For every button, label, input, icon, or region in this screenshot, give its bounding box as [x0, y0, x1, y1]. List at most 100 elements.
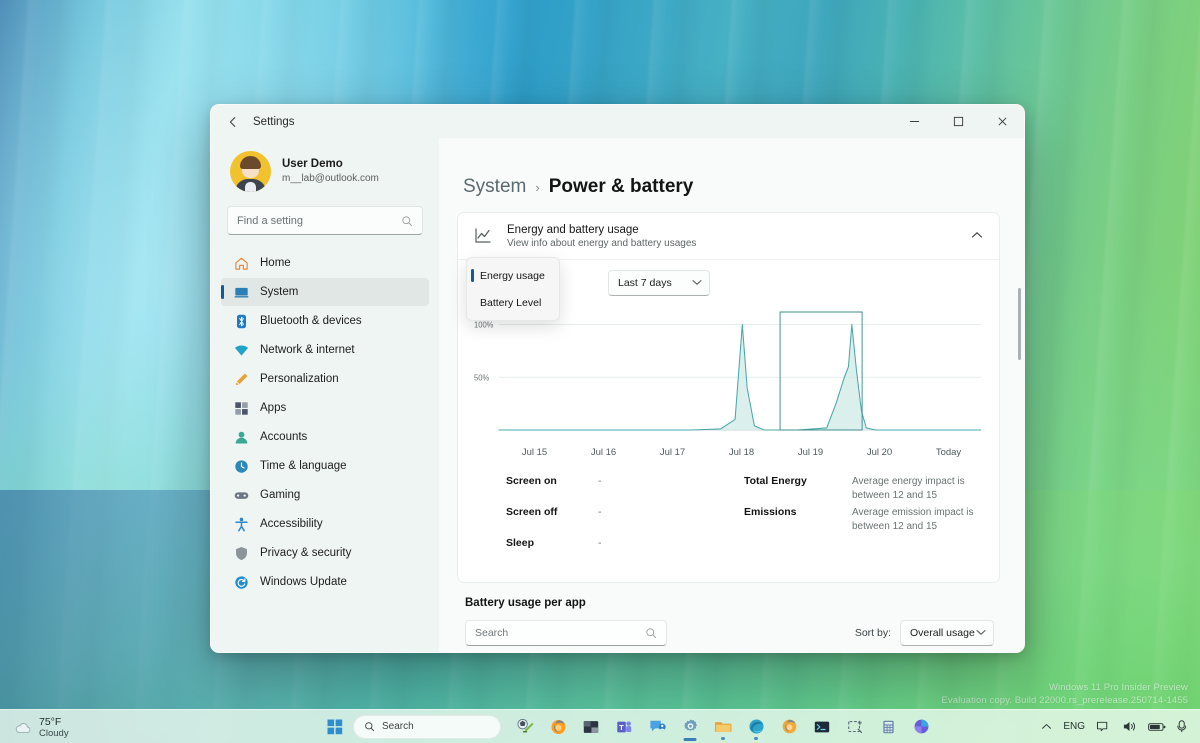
weather-description: Cloudy [39, 728, 69, 740]
file-explorer-icon[interactable] [708, 713, 738, 741]
weather-temperature: 75°F [39, 716, 69, 728]
app-search-box[interactable] [465, 620, 667, 646]
page-title: Power & battery [549, 176, 694, 198]
windows-start-icon[interactable] [320, 713, 350, 741]
widgets-sports-icon[interactable] [510, 713, 540, 741]
sidebar-item-time-language[interactable]: Time & language [221, 452, 429, 480]
taskbar-search-placeholder: Search [382, 721, 414, 732]
battery-icon[interactable] [1148, 721, 1166, 733]
stat-key: Screen off [506, 506, 598, 518]
time-range-select[interactable]: Last 7 days [608, 270, 710, 296]
firefox-alt-icon[interactable] [774, 713, 804, 741]
search-icon [645, 627, 657, 639]
sidebar-item-label: Privacy & security [260, 547, 351, 559]
sidebar-item-gaming[interactable]: Gaming [221, 481, 429, 509]
taskbar: 75°F Cloudy Search T [0, 709, 1200, 743]
taskbar-apps: T [510, 713, 936, 741]
sidebar-item-accessibility[interactable]: Accessibility [221, 510, 429, 538]
sidebar-item-bluetooth-devices[interactable]: Bluetooth & devices [221, 307, 429, 335]
sort-by-select[interactable]: Overall usage [900, 620, 994, 646]
sidebar-item-label: Gaming [260, 489, 300, 501]
minimize-icon[interactable] [892, 105, 936, 138]
stat-value: Average emission impact is between 12 an… [852, 506, 978, 534]
input-icon[interactable] [1177, 720, 1190, 733]
teams-icon[interactable]: T [609, 713, 639, 741]
back-arrow-icon[interactable] [219, 108, 247, 136]
chat-icon[interactable] [642, 713, 672, 741]
edge-icon[interactable] [741, 713, 771, 741]
account-name: User Demo [282, 157, 379, 172]
breadcrumb-parent[interactable]: System [463, 176, 526, 198]
window-controls [892, 105, 1024, 138]
account-block[interactable]: User Demo m__lab@outlook.com [221, 138, 429, 204]
sidebar-item-home[interactable]: Home [221, 249, 429, 277]
breadcrumb-separator: › [535, 180, 539, 195]
sidebar-item-accounts[interactable]: Accounts [221, 423, 429, 451]
stat-value: - [598, 506, 602, 518]
x-axis-tick: Jul 18 [707, 447, 776, 458]
app-search-input[interactable] [475, 627, 645, 639]
calculator-icon[interactable] [873, 713, 903, 741]
gaming-icon [233, 487, 249, 503]
settings-icon[interactable] [675, 713, 705, 741]
flyout-item-battery-level[interactable]: Battery Level [467, 289, 559, 316]
stat-row: EmissionsAverage emission impact is betw… [744, 506, 978, 537]
chevron-up-icon[interactable] [1041, 723, 1052, 730]
sidebar-item-label: System [260, 286, 298, 298]
sidebar-item-label: Time & language [260, 460, 347, 472]
close-icon[interactable] [980, 105, 1024, 138]
card-title: Energy and battery usage [507, 223, 696, 237]
windows-update-icon [233, 574, 249, 590]
snipping-tool-icon[interactable] [840, 713, 870, 741]
taskbar-search[interactable]: Search [353, 715, 501, 739]
sidebar-item-windows-update[interactable]: Windows Update [221, 568, 429, 596]
stat-row: Sleep- [506, 537, 744, 568]
network-tray-icon[interactable] [1096, 720, 1111, 733]
line-chart-icon [473, 226, 493, 246]
chevron-down-icon [692, 279, 702, 288]
sidebar-item-privacy-security[interactable]: Privacy & security [221, 539, 429, 567]
main-scrollbar[interactable] [1018, 288, 1021, 360]
desktop: Windows 11 Pro Insider Preview Evaluatio… [0, 0, 1200, 743]
apps-filter-row: Sort by: Overall usage [463, 620, 994, 646]
sidebar-item-network-internet[interactable]: Network & internet [221, 336, 429, 364]
watermark-line-2: Evaluation copy. Build 22000.rs_prerelea… [941, 694, 1188, 707]
search-input[interactable] [237, 215, 401, 227]
sidebar-item-personalization[interactable]: Personalization [221, 365, 429, 393]
sidebar-item-apps[interactable]: Apps [221, 394, 429, 422]
stat-key: Emissions [744, 506, 852, 518]
cloud-icon [14, 721, 32, 735]
weather-widget[interactable]: 75°F Cloudy [14, 716, 69, 740]
firefox-icon[interactable] [543, 713, 573, 741]
search-setting-box[interactable] [227, 206, 423, 235]
volume-icon[interactable] [1122, 720, 1137, 733]
sort-by-value: Overall usage [910, 627, 975, 639]
settings-window: Settings [210, 104, 1025, 653]
terminal-icon[interactable] [807, 713, 837, 741]
energy-and-battery-usage-card: Energy and battery usage View info about… [457, 212, 1000, 583]
sidebar-item-label: Apps [260, 402, 286, 414]
shield-icon [233, 545, 249, 561]
photos-icon[interactable] [906, 713, 936, 741]
maximize-icon[interactable] [936, 105, 980, 138]
file-explorer-dark-icon[interactable] [576, 713, 606, 741]
view-mode-flyout: Energy usageBattery Level [466, 257, 560, 321]
chevron-up-icon[interactable] [971, 231, 983, 241]
sidebar-item-label: Accounts [260, 431, 307, 443]
tray-language[interactable]: ENG [1063, 721, 1085, 732]
system-tray: ENG [1041, 720, 1190, 733]
svg-text:50%: 50% [474, 373, 489, 382]
stat-key: Sleep [506, 537, 598, 549]
sidebar-item-label: Accessibility [260, 518, 323, 530]
account-email: m__lab@outlook.com [282, 172, 379, 186]
usage-stats: Screen on-Screen off-Sleep- Total Energy… [474, 461, 983, 574]
sidebar-item-system[interactable]: System [221, 278, 429, 306]
sidebar-item-label: Home [260, 257, 291, 269]
flyout-item-energy-usage[interactable]: Energy usage [467, 262, 559, 289]
energy-usage-chart[interactable]: 100%50% Jul 15Jul 16Jul 17Jul 18Jul 19Ju… [474, 306, 983, 461]
chart-y-labels: 100%50% [474, 320, 493, 382]
card-header[interactable]: Energy and battery usage View info about… [458, 213, 999, 260]
apps-section-title: Battery usage per app [463, 597, 994, 609]
breadcrumb: System › Power & battery [457, 138, 1000, 212]
sidebar-item-label: Personalization [260, 373, 339, 385]
